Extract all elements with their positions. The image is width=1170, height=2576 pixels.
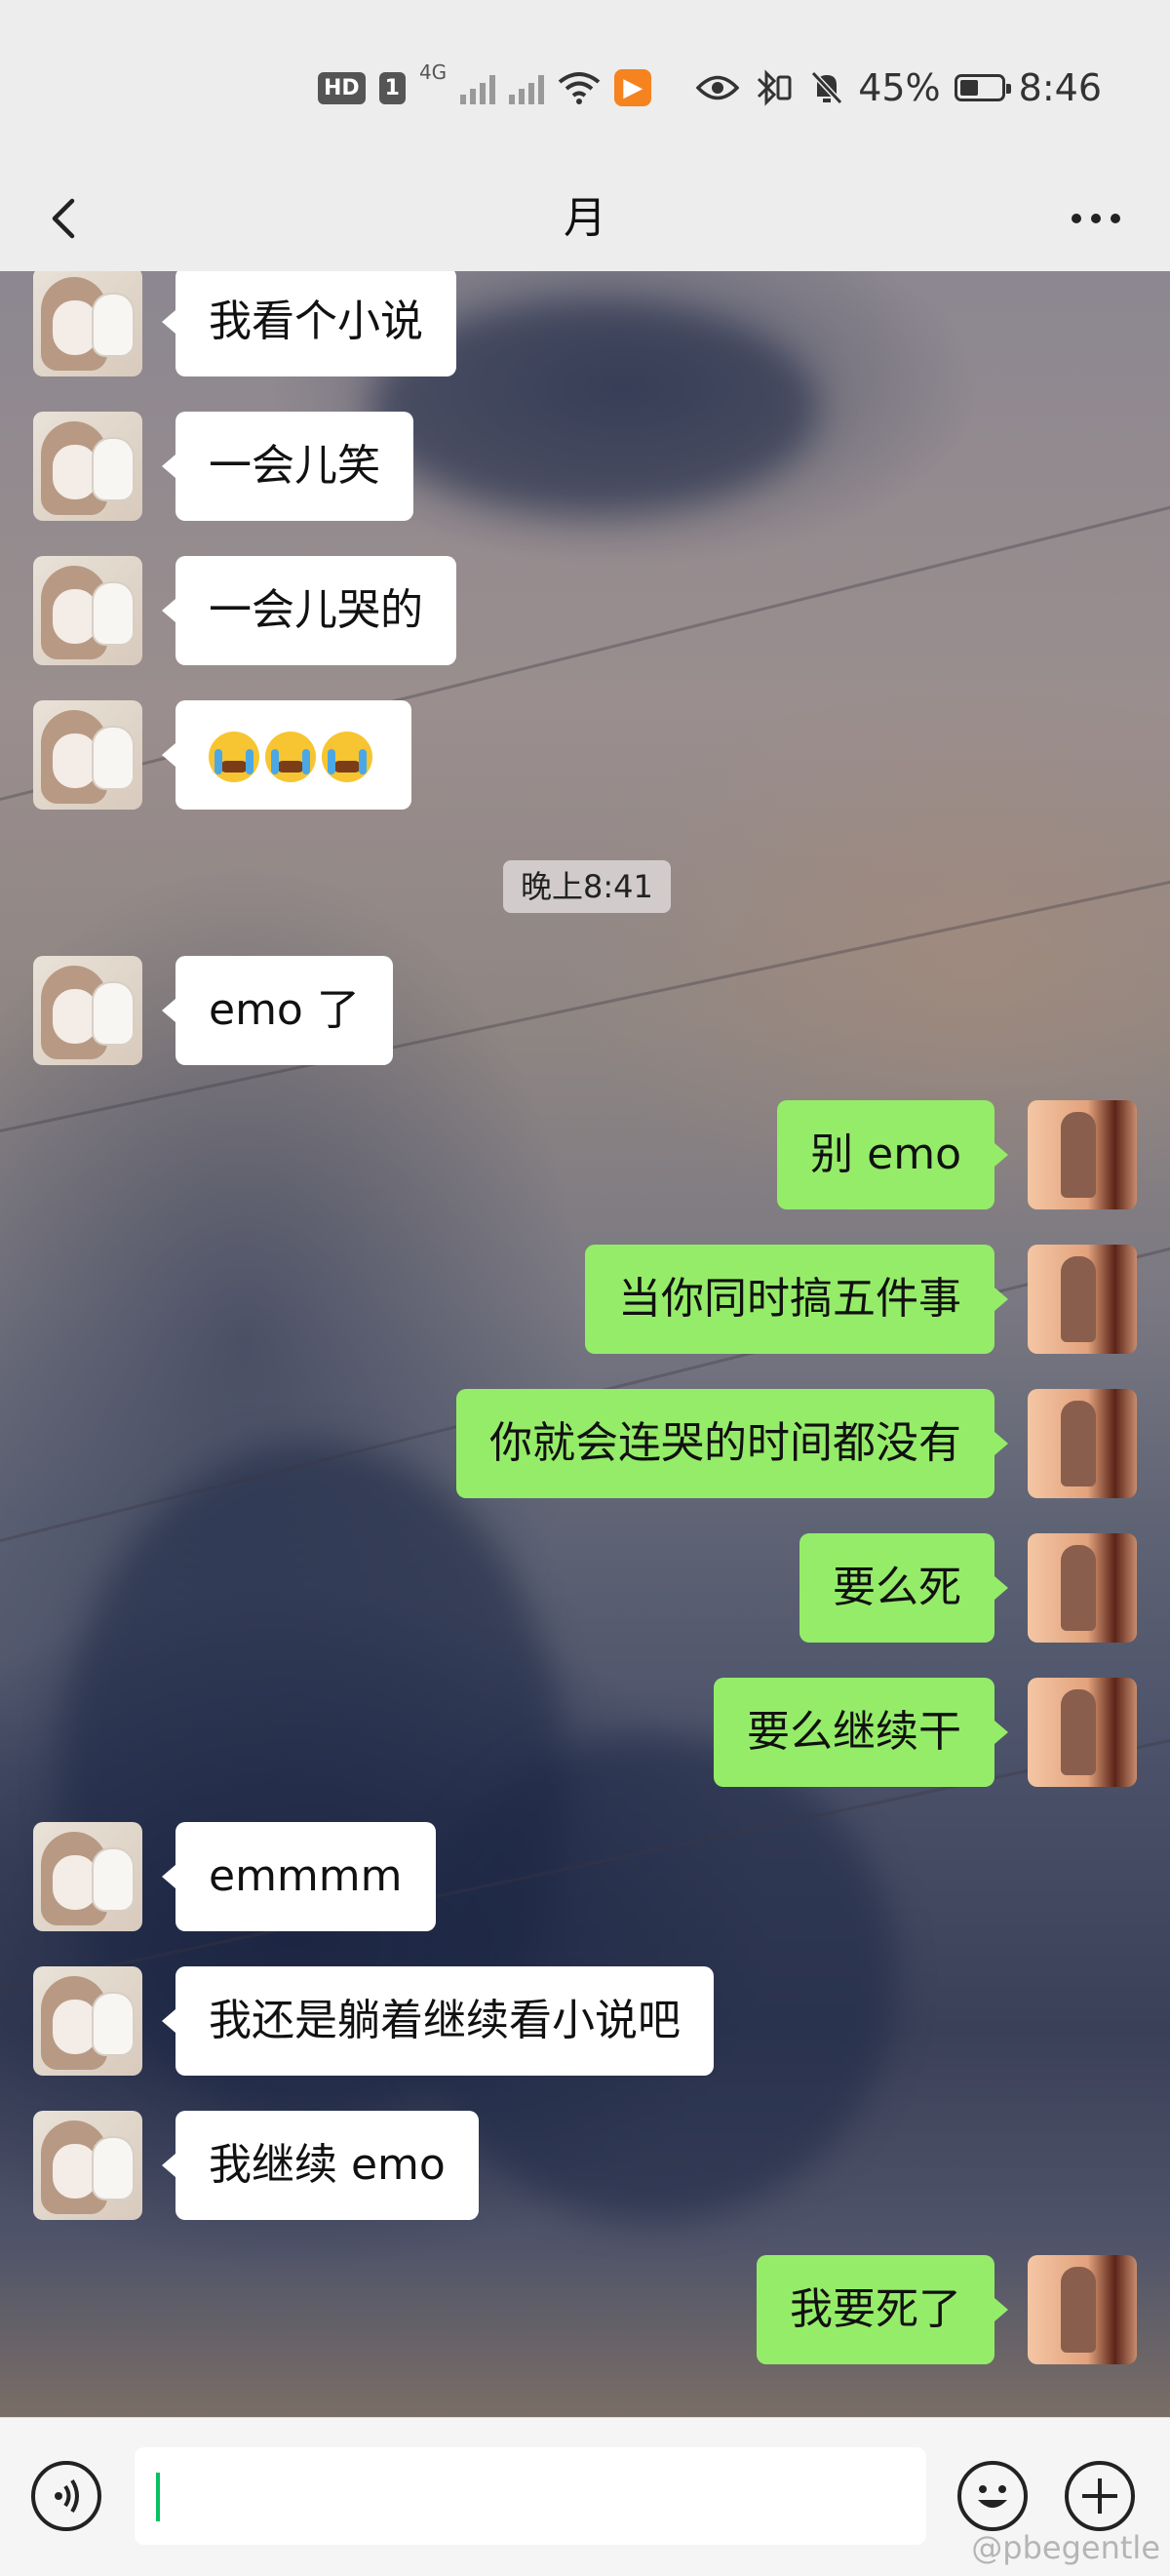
hd-icon: HD	[317, 71, 366, 104]
sent-message-bubble[interactable]: 要么死	[800, 1533, 1008, 1643]
sent-message-row: 你就会连哭的时间都没有	[0, 1383, 1170, 1498]
voice-icon[interactable]	[31, 2461, 101, 2531]
sent-message-row: 我要死了	[0, 2249, 1170, 2364]
received-message-bubble[interactable]	[162, 700, 411, 810]
mute-icon	[810, 70, 843, 105]
sent-message-row: 要么继续干	[0, 1672, 1170, 1787]
message-text: 一会儿笑	[209, 441, 380, 491]
contact-avatar[interactable]	[33, 956, 142, 1065]
received-message-row: 一会儿哭的	[0, 550, 1170, 665]
battery-icon	[954, 74, 1011, 101]
eye-icon	[696, 75, 740, 100]
received-message-bubble[interactable]: 我继续 emo	[162, 2111, 479, 2220]
received-message-bubble[interactable]: emmmm	[162, 1822, 436, 1931]
text-caret	[156, 2473, 160, 2521]
received-message-row: emmmm	[0, 1816, 1170, 1931]
plus-icon[interactable]	[1065, 2461, 1135, 2531]
crying-face-icon	[322, 732, 372, 782]
contact-avatar[interactable]	[33, 1966, 142, 2076]
received-message-row: 一会儿笑	[0, 406, 1170, 521]
my-avatar[interactable]	[1028, 1533, 1137, 1643]
message-text: 我还是躺着继续看小说吧	[209, 1996, 681, 2045]
message-text: 一会儿哭的	[209, 585, 423, 635]
crying-face-icon	[209, 732, 259, 782]
sent-message-row: 当你同时搞五件事	[0, 1239, 1170, 1354]
message-text: 我要死了	[790, 2284, 961, 2334]
sent-message-bubble[interactable]: 别 emo	[777, 1100, 1008, 1209]
message-text: 要么死	[833, 1563, 961, 1612]
received-message-bubble[interactable]: 一会儿哭的	[162, 556, 456, 665]
message-input[interactable]	[135, 2447, 926, 2545]
sent-message-bubble[interactable]: 要么继续干	[714, 1678, 1008, 1787]
received-message-bubble[interactable]: 我还是躺着继续看小说吧	[162, 1966, 714, 2076]
battery-percent: 45%	[858, 66, 941, 109]
contact-avatar[interactable]	[33, 556, 142, 665]
clock: 8:46	[1018, 66, 1102, 109]
more-options-icon[interactable]	[1057, 187, 1135, 250]
message-text: 别 emo	[810, 1129, 961, 1179]
message-text: 当你同时搞五件事	[618, 1274, 961, 1324]
message-text: 要么继续干	[747, 1707, 961, 1757]
nav-bar: 月	[0, 166, 1170, 271]
received-message-bubble[interactable]: 一会儿笑	[162, 412, 413, 521]
received-message-row	[0, 694, 1170, 810]
contact-avatar[interactable]	[33, 412, 142, 521]
message-timestamp: 晚上8:41	[503, 860, 671, 913]
sent-message-row: 要么死	[0, 1527, 1170, 1643]
received-message-bubble[interactable]: 我看个小说	[162, 271, 456, 376]
message-text: 你就会连哭的时间都没有	[489, 1418, 961, 1468]
my-avatar[interactable]	[1028, 1100, 1137, 1209]
contact-avatar[interactable]	[33, 1822, 142, 1931]
message-text: emo 了	[209, 985, 360, 1035]
contact-avatar[interactable]	[33, 700, 142, 810]
crying-face-icon	[265, 732, 316, 782]
my-avatar[interactable]	[1028, 1678, 1137, 1787]
chat-area[interactable]: 晚上8:41 我看个小说一会儿笑一会儿哭的 emo 了别 emo 当你同时搞五件事你…	[0, 271, 1170, 2417]
message-text: 我继续 emo	[209, 2140, 446, 2190]
wifi-icon	[558, 72, 601, 104]
sent-message-bubble[interactable]: 你就会连哭的时间都没有	[456, 1389, 1008, 1498]
chat-title: 月	[564, 193, 606, 243]
contact-avatar[interactable]	[33, 2111, 142, 2220]
app-notification-icon: ▶	[614, 69, 652, 106]
my-avatar[interactable]	[1028, 1389, 1137, 1498]
my-avatar[interactable]	[1028, 2255, 1137, 2364]
received-message-row: 我看个小说	[0, 271, 1170, 376]
signal-icon	[460, 71, 496, 104]
status-icons: HD 1 4G ▶ 45% 8:46	[317, 60, 1102, 115]
signal-2-icon	[509, 71, 545, 104]
received-message-row: 我继续 emo	[0, 2105, 1170, 2220]
received-message-bubble[interactable]: emo 了	[162, 956, 393, 1065]
message-text: 我看个小说	[209, 297, 423, 346]
contact-avatar[interactable]	[33, 271, 142, 376]
my-avatar[interactable]	[1028, 1245, 1137, 1354]
watermark: @pbegentle	[971, 2529, 1160, 2566]
received-message-row: 我还是躺着继续看小说吧	[0, 1961, 1170, 2076]
bluetooth-vibrate-icon	[758, 69, 792, 106]
emoji-icon[interactable]	[957, 2461, 1028, 2531]
input-bar: @pbegentle	[0, 2417, 1170, 2576]
sent-message-bubble[interactable]: 我要死了	[757, 2255, 1008, 2364]
sent-message-bubble[interactable]: 当你同时搞五件事	[585, 1245, 1008, 1354]
status-bar: HD 1 4G ▶ 45% 8:46	[0, 0, 1170, 166]
received-message-row: emo 了	[0, 950, 1170, 1065]
sim-icon: 1	[378, 71, 406, 104]
sent-message-row: 别 emo	[0, 1094, 1170, 1209]
network-type: 4G	[418, 60, 448, 84]
message-text: emmmm	[209, 1851, 403, 1901]
